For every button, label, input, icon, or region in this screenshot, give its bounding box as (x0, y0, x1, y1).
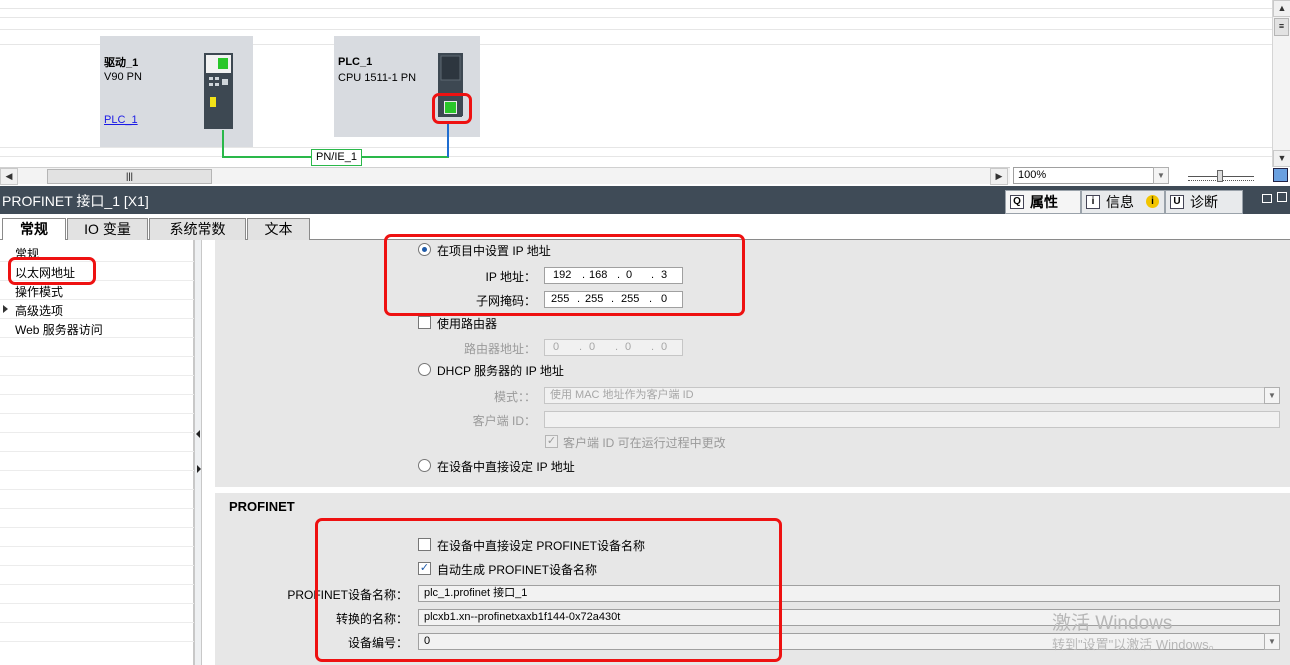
device-number-label: 设备编号： (347, 636, 408, 650)
tab-system-constants[interactable]: 系统常数 (149, 218, 246, 240)
zoom-slider[interactable] (1184, 167, 1258, 184)
expand-right-icon[interactable] (197, 465, 201, 473)
tab-general[interactable]: 常规 (2, 218, 66, 241)
nav-splitter[interactable] (194, 240, 202, 665)
checkbox-set-name-in-device[interactable] (418, 538, 431, 551)
chevron-down-icon[interactable]: ▼ (1153, 167, 1169, 184)
collapse-left-icon[interactable] (196, 430, 200, 438)
checkbox-use-router[interactable] (418, 316, 431, 329)
mode-label: 模式：： (493, 390, 536, 404)
network-label[interactable]: PN/IE_1 (311, 149, 362, 166)
chevron-down-icon[interactable]: ▼ (1264, 633, 1280, 650)
nav-item-web-server-access[interactable]: Web 服务器访问 (15, 321, 103, 338)
tab-info[interactable]: i 信息 i (1081, 190, 1165, 214)
ip-address-field[interactable]: 192 . 168 . 0 . 3 (544, 267, 683, 284)
nav-item-ethernet-address[interactable]: 以太网地址 (15, 264, 75, 281)
canvas-horizontal-scrollbar[interactable]: ◀ ||| ▶ (0, 167, 1010, 185)
client-id-field[interactable] (544, 411, 1280, 428)
set-name-in-device-label: 在设备中直接设定 PROFINET设备名称 (437, 539, 646, 553)
scroll-thumb[interactable]: ≡ (1274, 18, 1289, 36)
zoom-value: 100% (1018, 169, 1047, 181)
client-id-label: 客户端 ID： (472, 414, 536, 428)
activation-watermark-text: 转到"设置"以激活 Windows。 (1052, 637, 1222, 652)
scroll-thumb[interactable]: ||| (47, 169, 212, 184)
zoom-select[interactable]: 100% ▼ (1013, 167, 1169, 184)
network-lines (222, 122, 449, 158)
panel-close-icon[interactable] (1277, 192, 1287, 202)
auto-generate-name-label: 自动生成 PROFINET设备名称 (437, 563, 598, 577)
expand-arrow-icon[interactable] (3, 305, 8, 313)
scroll-left-icon[interactable]: ◀ (0, 168, 18, 185)
set-ip-in-project-label: 在项目中设置 IP 地址 (437, 244, 551, 258)
slider-handle[interactable] (1217, 170, 1223, 182)
properties-icon: Q (1010, 195, 1024, 209)
network-view-canvas[interactable]: 驱动_1 V90 PN PLC_1 PLC_1 CPU 1511-1 PN PN… (0, 0, 1272, 167)
converted-name-label: 转换的名称： (335, 612, 408, 626)
panel-float-icon[interactable] (1262, 194, 1272, 203)
tab-io-tags[interactable]: IO 变量 (67, 218, 148, 240)
tab-texts[interactable]: 文本 (247, 218, 310, 240)
nav-item-advanced-options[interactable]: 高级选项 (15, 302, 63, 319)
nav-item-general[interactable]: 常规 (15, 245, 39, 262)
device-name-field[interactable]: plc_1.profinet 接口_1 (418, 585, 1280, 602)
router-address-field[interactable]: 0 . 0 . 0 . 0 (544, 339, 683, 356)
router-address-label: 路由器地址： (463, 342, 536, 356)
client-id-changeable-label: 客户端 ID 可在运行过程中更改 (563, 436, 726, 450)
chevron-down-icon[interactable]: ▼ (1264, 387, 1280, 404)
device-name-label: PROFINET设备名称： (287, 588, 408, 602)
radio-dhcp[interactable] (418, 363, 431, 376)
activation-watermark-title: 激活 Windows (1052, 613, 1173, 634)
info-badge-icon: i (1146, 195, 1159, 208)
canvas-vertical-scrollbar[interactable]: ▲ ≡ ▼ (1272, 0, 1290, 167)
scroll-down-icon[interactable]: ▼ (1273, 150, 1290, 167)
set-ip-in-device-label: 在设备中直接设定 IP 地址 (437, 460, 575, 474)
use-router-label: 使用路由器 (437, 317, 498, 331)
properties-nav: 常规 以太网地址 操作模式 高级选项 Web 服务器访问 (0, 240, 194, 665)
subnet-mask-field[interactable]: 255 . 255 . 255 . 0 (544, 291, 683, 308)
inspector-title: PROFINET 接口_1 [X1] (2, 193, 149, 209)
mode-select[interactable]: 使用 MAC 地址作为客户端 ID ▼ (544, 387, 1280, 404)
profinet-heading: PROFINET (229, 499, 295, 514)
tab-properties[interactable]: Q 属性 (1005, 190, 1081, 214)
checkbox-auto-generate-name[interactable]: ✓ (418, 562, 431, 575)
overview-icon[interactable] (1273, 168, 1288, 182)
subnet-mask-label: 子网掩码： (475, 294, 536, 308)
dhcp-label: DHCP 服务器的 IP 地址 (437, 364, 564, 378)
checkbox-client-id-changeable[interactable]: ✓ (545, 435, 558, 448)
ip-address-label: IP 地址： (485, 270, 536, 284)
radio-set-ip-in-device[interactable] (418, 459, 431, 472)
scroll-right-icon[interactable]: ▶ (990, 168, 1008, 185)
ip-protocol-section (215, 240, 1290, 487)
info-icon: i (1086, 195, 1100, 209)
tab-diagnostics[interactable]: U 诊断 (1165, 190, 1243, 214)
scroll-up-icon[interactable]: ▲ (1273, 0, 1290, 17)
radio-set-ip-in-project[interactable] (418, 243, 431, 256)
diagnostics-icon: U (1170, 195, 1184, 209)
nav-item-operating-mode[interactable]: 操作模式 (15, 283, 63, 300)
